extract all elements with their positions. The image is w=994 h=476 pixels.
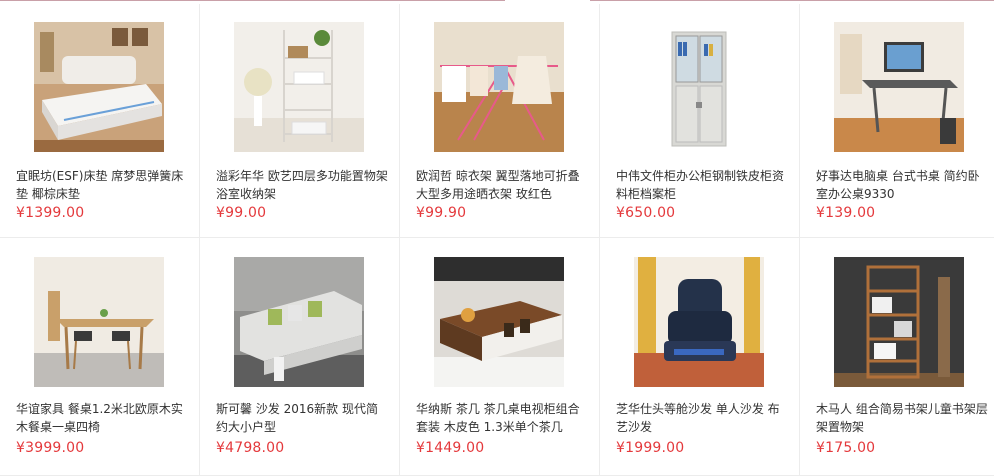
product-price: ¥99.90: [416, 205, 467, 221]
product-card[interactable]: 芝华仕头等舱沙发 单人沙发 布艺沙发 ¥1999.00: [600, 238, 800, 476]
top-divider-right: [590, 0, 994, 1]
file-cabinet-image[interactable]: [634, 22, 764, 152]
product-card[interactable]: 华谊家具 餐桌1.2米北欧原木实木餐桌一桌四椅 ¥3999.00: [0, 238, 200, 476]
product-card[interactable]: 斯可馨 沙发 2016新款 现代简约大小户型 ¥4798.00: [200, 238, 400, 476]
product-title[interactable]: 斯可馨 沙发 2016新款 现代简约大小户型: [216, 400, 388, 436]
bookshelf-image[interactable]: [834, 257, 964, 387]
product-card[interactable]: 中伟文件柜办公柜钢制铁皮柜资料柜档案柜 ¥650.00: [600, 4, 800, 238]
storage-rack-image[interactable]: [234, 22, 364, 152]
product-card[interactable]: 木马人 组合简易书架儿童书架层架置物架 ¥175.00: [800, 238, 994, 476]
product-price: ¥4798.00: [216, 440, 285, 456]
product-price: ¥175.00: [816, 440, 876, 456]
product-title[interactable]: 中伟文件柜办公柜钢制铁皮柜资料柜档案柜: [616, 167, 788, 203]
product-title[interactable]: 华纳斯 茶几 茶几桌电视柜组合套装 木皮色 1.3米单个茶几: [416, 400, 588, 436]
product-title[interactable]: 华谊家具 餐桌1.2米北欧原木实木餐桌一桌四椅: [16, 400, 188, 436]
product-title[interactable]: 好事达电脑桌 台式书桌 简约卧室办公桌9330: [816, 167, 988, 203]
product-price: ¥1999.00: [616, 440, 685, 456]
top-divider-left: [0, 0, 505, 1]
dining-set-image[interactable]: [34, 257, 164, 387]
product-title[interactable]: 木马人 组合简易书架儿童书架层架置物架: [816, 400, 988, 436]
product-card[interactable]: 欧润哲 晾衣架 翼型落地可折叠大型多用途晒衣架 玫红色 ¥99.90: [400, 4, 600, 238]
product-card[interactable]: 溢彩年华 欧艺四层多功能置物架 浴室收纳架 ¥99.00: [200, 4, 400, 238]
product-title[interactable]: 宜眠坊(ESF)床垫 席梦思弹簧床垫 椰棕床垫: [16, 167, 188, 203]
product-grid: 宜眠坊(ESF)床垫 席梦思弹簧床垫 椰棕床垫 ¥1399.00 溢彩年华 欧艺…: [0, 4, 994, 476]
sofa-image[interactable]: [234, 257, 364, 387]
product-price: ¥1449.00: [416, 440, 485, 456]
computer-desk-image[interactable]: [834, 22, 964, 152]
product-price: ¥99.00: [216, 205, 267, 221]
product-title[interactable]: 芝华仕头等舱沙发 单人沙发 布艺沙发: [616, 400, 788, 436]
product-price: ¥1399.00: [16, 205, 85, 221]
mattress-bed-image[interactable]: [34, 22, 164, 152]
product-price: ¥3999.00: [16, 440, 85, 456]
product-card[interactable]: 好事达电脑桌 台式书桌 简约卧室办公桌9330 ¥139.00: [800, 4, 994, 238]
product-title[interactable]: 溢彩年华 欧艺四层多功能置物架 浴室收纳架: [216, 167, 388, 203]
product-title[interactable]: 欧润哲 晾衣架 翼型落地可折叠大型多用途晒衣架 玫红色: [416, 167, 588, 203]
product-card[interactable]: 宜眠坊(ESF)床垫 席梦思弹簧床垫 椰棕床垫 ¥1399.00: [0, 4, 200, 238]
recliner-sofa-image[interactable]: [634, 257, 764, 387]
product-price: ¥139.00: [816, 205, 876, 221]
drying-rack-image[interactable]: [434, 22, 564, 152]
coffee-table-image[interactable]: [434, 257, 564, 387]
product-card[interactable]: 华纳斯 茶几 茶几桌电视柜组合套装 木皮色 1.3米单个茶几 ¥1449.00: [400, 238, 600, 476]
product-price: ¥650.00: [616, 205, 676, 221]
